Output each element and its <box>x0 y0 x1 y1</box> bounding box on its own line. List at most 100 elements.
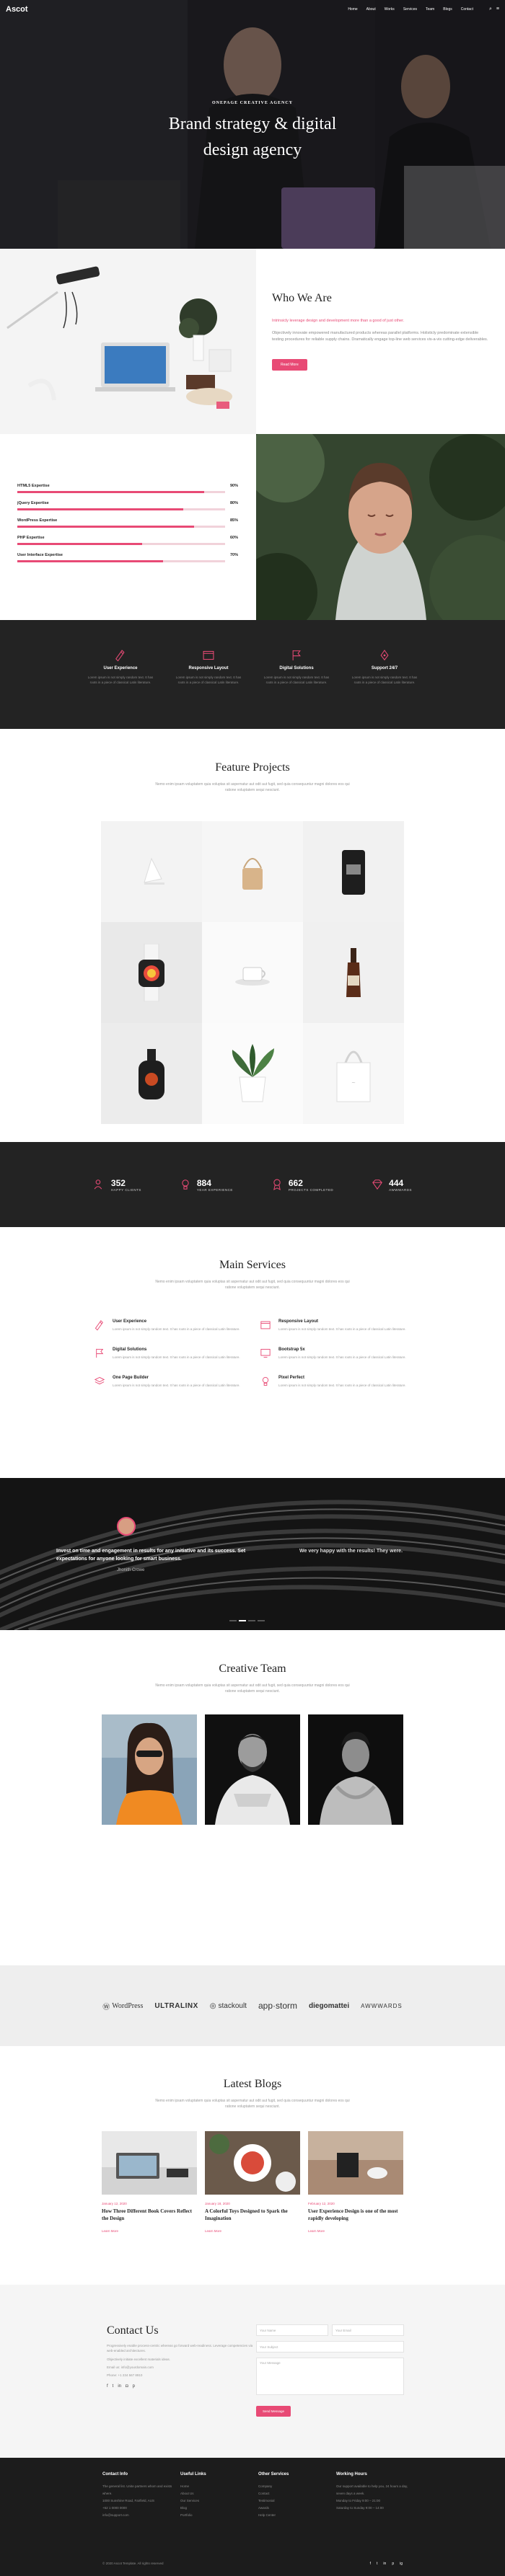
footer-item[interactable]: Contact <box>258 2490 336 2497</box>
twitter-icon[interactable]: t <box>113 2384 114 2389</box>
bottle-icon <box>346 948 361 997</box>
projects-section: Feature Projects Nemo enim ipsam volupta… <box>0 729 505 1142</box>
blog-card[interactable]: February 12, 2020 User Experience Design… <box>308 2131 403 2233</box>
linkedin-icon[interactable]: in <box>383 2562 386 2566</box>
project-tile[interactable] <box>202 922 303 1023</box>
counter-item: 884 YEAR EXPERIENCE <box>179 1178 233 1192</box>
team-member-photo[interactable] <box>102 1714 197 1825</box>
nav-item-works[interactable]: Works <box>385 7 395 12</box>
facebook-icon[interactable]: f <box>107 2384 108 2389</box>
skill-fill <box>17 560 163 562</box>
subject-field[interactable]: Your Subject <box>256 2341 404 2353</box>
pouch-icon <box>342 850 365 895</box>
project-tile[interactable] <box>101 821 202 922</box>
blog-title[interactable]: User Experience Design is one of the mos… <box>308 2208 403 2222</box>
pen-tool-icon <box>380 650 389 661</box>
skill-track <box>17 543 225 545</box>
skill-bar: PHP Expertise 60% <box>17 536 238 553</box>
instagram-icon[interactable]: ig <box>400 2562 403 2566</box>
email-field[interactable]: Your Email <box>332 2324 404 2336</box>
search-icon[interactable]: ⌕ <box>489 6 492 12</box>
menu-icon[interactable]: ≡ <box>496 6 499 12</box>
blog-card[interactable]: January 18, 2020 A Colorful Toys Designe… <box>205 2131 300 2233</box>
message-field[interactable]: Your Message <box>256 2358 404 2395</box>
team-member-photo[interactable] <box>308 1714 403 1825</box>
slider-dot[interactable] <box>248 1620 255 1621</box>
nav-item-about[interactable]: About <box>366 7 376 12</box>
skill-track <box>17 526 225 528</box>
service-item: Responsive Layout Lorem ipsum is not simp… <box>260 1319 411 1332</box>
team-head: Creative Team Nemo enim ipsam voluptatem… <box>0 1663 505 1694</box>
pinterest-icon[interactable]: p <box>392 2562 394 2566</box>
nav-item-home[interactable]: Home <box>348 7 357 12</box>
footer-item[interactable]: Awards <box>258 2505 336 2512</box>
learn-more-link[interactable]: Learn More <box>308 2229 403 2233</box>
skill-track <box>17 491 225 493</box>
name-field[interactable]: Your Name <box>256 2324 328 2336</box>
team-member-photo[interactable] <box>205 1714 300 1825</box>
footer: Contact Info The general list. Unite part… <box>0 2458 505 2576</box>
hero-title-line-1: Brand strategy & digital <box>168 115 337 133</box>
skills-section: HTML5 Expertise 90% jQuery Expertise 80% Wor… <box>0 434 505 620</box>
site-logo[interactable]: Ascot <box>6 5 28 14</box>
projects-title: Feature Projects <box>215 761 290 774</box>
footer-item[interactable]: About Us <box>180 2490 258 2497</box>
pinterest-icon[interactable]: p <box>133 2384 135 2389</box>
service-title: Bootstrap 5x <box>278 1347 305 1352</box>
footer-item[interactable]: Blog <box>180 2505 258 2512</box>
project-tile[interactable] <box>303 922 404 1023</box>
contact-line: Objectively initiate excellent materials… <box>107 2358 171 2361</box>
learn-more-link[interactable]: Learn More <box>102 2229 197 2233</box>
read-more-button[interactable]: Read More <box>272 359 307 371</box>
nav-item-blogs[interactable]: Blogs <box>443 7 452 12</box>
nav-item-services[interactable]: Services <box>403 7 417 12</box>
who-we-are-title: Who We Are <box>272 292 332 304</box>
brand-logo-wordpress: Ⓦ WordPress <box>102 2001 144 2011</box>
footer-item: Monday to Friday 9:00 – 21:00 <box>336 2499 381 2502</box>
slider-dot[interactable] <box>258 1620 265 1621</box>
brand-logo-awwwards: AWWWARDS <box>361 2002 403 2009</box>
project-tile[interactable] <box>202 821 303 922</box>
footer-item[interactable]: Portfolio <box>180 2512 258 2519</box>
service-desc: Lorem ipsum is not simply random text. I… <box>278 1327 406 1331</box>
learn-more-link[interactable]: Learn More <box>205 2229 300 2233</box>
footer-item[interactable]: Testimonial <box>258 2497 336 2505</box>
project-tile[interactable] <box>101 1023 202 1124</box>
counter-number: 662 <box>288 1177 303 1188</box>
footer-social: f t in p ig <box>370 2562 403 2566</box>
feature-title: Responsive Layout <box>188 666 229 670</box>
facebook-icon[interactable]: f <box>370 2562 371 2566</box>
who-we-are-body: Objectively innovate empowered manufactu… <box>272 331 488 342</box>
who-we-are-section: Who We Are Intrinsicly leverage design a… <box>0 249 505 434</box>
blogs-head: Latest Blogs Nemo enim ipsam voluptatem … <box>0 2078 505 2110</box>
service-desc: Lorem ipsum is not simply random text. I… <box>278 1384 406 1387</box>
nav-item-contact[interactable]: Contact <box>461 7 473 12</box>
footer-item[interactable]: Company <box>258 2483 336 2490</box>
linkedin-icon[interactable]: in <box>118 2384 121 2389</box>
project-tile[interactable]: ~ <box>303 1023 404 1124</box>
blog-title[interactable]: How Three Different Book Covers Reflect … <box>102 2208 197 2222</box>
skill-label: User Interface Expertise <box>17 553 63 557</box>
footer-item[interactable]: Help Center <box>258 2512 336 2519</box>
blog-title[interactable]: A Colorful Toys Designed to Spark the Im… <box>205 2208 300 2222</box>
slider-dot[interactable] <box>239 1620 246 1621</box>
copyright: © 2020 Ascot Template. All rights reserv… <box>102 2562 164 2565</box>
project-tile[interactable] <box>303 821 404 922</box>
project-tile[interactable] <box>202 1023 303 1124</box>
footer-item[interactable]: Our Services <box>180 2497 258 2505</box>
footer-column: Other Services Company Contact Testimonial A… <box>258 2472 336 2519</box>
projects-head: Feature Projects Nemo enim ipsam volupta… <box>0 761 505 793</box>
service-desc: Lorem ipsum is not simply random text. I… <box>113 1327 240 1331</box>
blog-card[interactable]: January 12, 2020 How Three Different Boo… <box>102 2131 197 2233</box>
send-message-button[interactable]: Send Message <box>256 2406 291 2417</box>
nav-item-team[interactable]: Team <box>426 7 434 12</box>
instagram-icon[interactable]: ◘ <box>126 2384 128 2389</box>
feature-desc: Lorem ipsum is not simply random text. I… <box>87 676 154 684</box>
counter-number: 444 <box>389 1177 404 1188</box>
project-tile[interactable] <box>101 922 202 1023</box>
feature-item: Responsive Layout Lorem ipsum is not simp… <box>172 649 245 729</box>
skill-percent: 90% <box>229 484 238 488</box>
footer-item[interactable]: Home <box>180 2483 258 2490</box>
plant-icon <box>232 1044 274 1102</box>
slider-dot[interactable] <box>229 1620 237 1621</box>
